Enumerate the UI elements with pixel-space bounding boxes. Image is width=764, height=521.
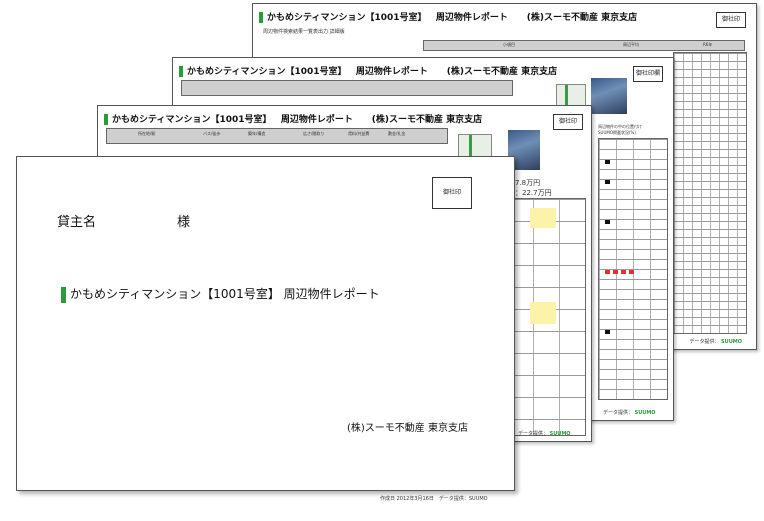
- sheet-2-footer: データ提供： SUUMO: [603, 410, 656, 416]
- sheet-back-header: かもめシティマンション【1001号室】 周辺物件レポート (株)スーモ不動産 東…: [259, 10, 637, 23]
- landlord-label: 貸主名: [57, 215, 97, 230]
- cover-footer: 作成日 2012年3月16日 データ提供：SUUMO: [380, 496, 488, 502]
- rank-marker: [605, 330, 610, 334]
- landlord-honorific: 様: [177, 215, 191, 230]
- sheet-back-footer: データ提供： SUUMO: [689, 339, 742, 345]
- rank-marker: [605, 270, 610, 274]
- rank-marker: [629, 270, 634, 274]
- stamp-box: 御社印: [553, 114, 583, 130]
- rank-marker: [605, 160, 610, 164]
- header-cell: 広さ/間取り: [303, 131, 325, 136]
- rank-marker: [605, 180, 610, 184]
- header-cell: R6年: [703, 42, 713, 47]
- header-cell: 所在地/駅: [138, 131, 156, 136]
- table-header: [181, 80, 513, 96]
- header-cell: 賃料/共益費: [348, 131, 370, 136]
- highlighted-row: [530, 302, 556, 324]
- header-cell: 築年/構造: [248, 131, 266, 136]
- cover-company: (株)スーモ不動産 東京支店: [347, 423, 468, 434]
- sheet-3-header: かもめシティマンション【1001号室】 周辺物件レポート (株)スーモ不動産 東…: [104, 112, 482, 125]
- data-grid: [673, 52, 747, 334]
- sheet-3-footer: データ提供： SUUMO: [518, 431, 571, 437]
- stamp-box: 御社印欄: [633, 66, 663, 82]
- rank-marker: [621, 270, 626, 274]
- chart-caption: SUUMO掲載状況(%): [598, 130, 636, 135]
- highlighted-row: [530, 208, 556, 228]
- rank-marker: [605, 220, 610, 224]
- right-table-header: [423, 40, 745, 51]
- header-cell: 周辺平均: [623, 42, 639, 47]
- cover-stamp-box: 御社印: [432, 177, 472, 209]
- cover-sheet: 御社印 貸主名 様 かもめシティマンション【1001号室】 周辺物件レポート (…: [16, 156, 515, 491]
- cover-report-title: かもめシティマンション【1001号室】 周辺物件レポート: [61, 285, 380, 303]
- rank-marker: [613, 270, 618, 274]
- header-cell: 小項目: [503, 42, 515, 47]
- header-cell: 敷金/礼金: [388, 131, 406, 136]
- stamp-box: 御社印: [716, 12, 746, 28]
- sheet-2-header: かもめシティマンション【1001号室】 周辺物件レポート (株)スーモ不動産 東…: [179, 64, 557, 77]
- search-summary: 周辺物件検索結果一覧表出力 詳細版: [263, 29, 345, 35]
- rank-grid: [598, 138, 668, 400]
- header-cell: バス/徒歩: [203, 131, 221, 136]
- building-photo: [591, 78, 627, 114]
